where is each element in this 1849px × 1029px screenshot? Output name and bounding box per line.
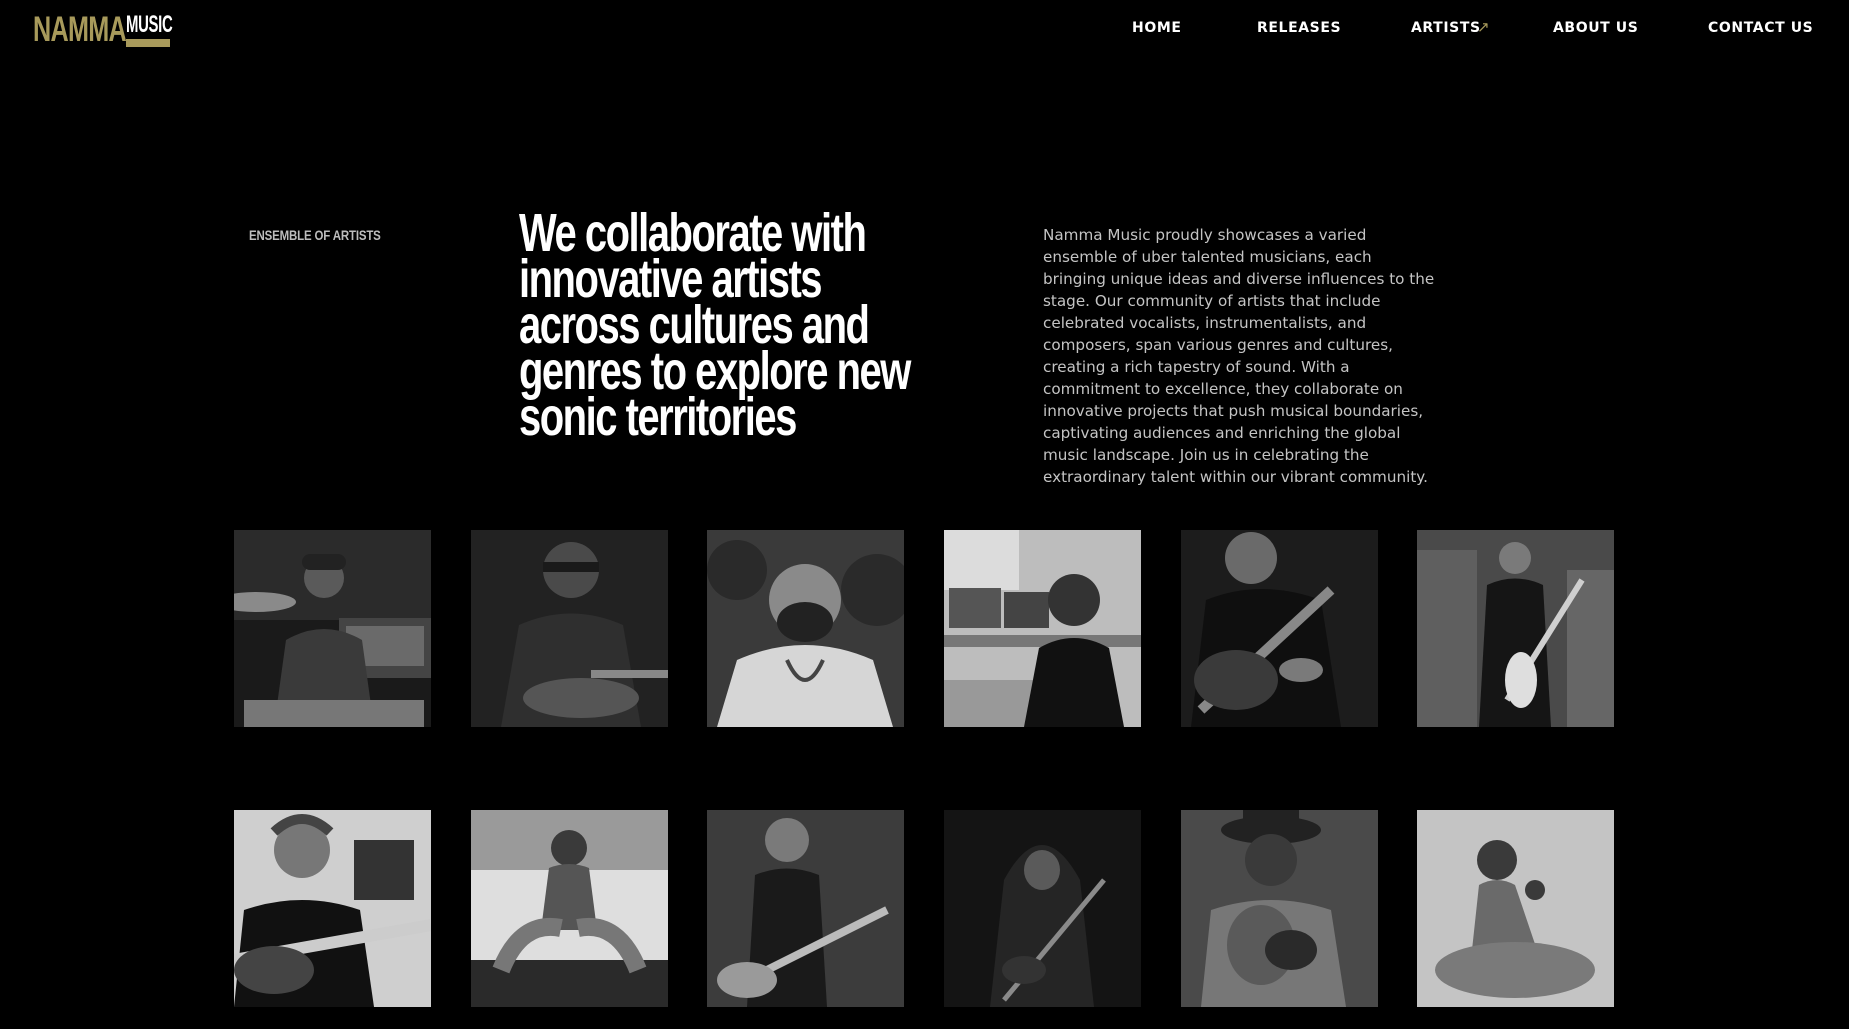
electric-guitarist-warehouse-photo — [1417, 530, 1614, 727]
drummer-with-cap-photo — [234, 530, 431, 727]
artist-card[interactable] — [234, 530, 431, 727]
nav-contact-us[interactable]: CONTACT US — [1708, 20, 1813, 36]
man-with-hat-instrument-photo — [1181, 810, 1378, 1007]
section-description: Namma Music proudly showcases a varied e… — [1043, 226, 1435, 486]
site-header: NAMMA MUSIC HOME RELEASES ARTISTS ↗ ABOU… — [0, 0, 1849, 60]
artist-card[interactable] — [707, 810, 904, 1007]
arrow-up-right-icon: ↗ — [1477, 19, 1490, 36]
artist-card[interactable] — [1181, 810, 1378, 1007]
man-sitting-outdoors-photo — [471, 810, 668, 1007]
smiling-bearded-man-photo — [707, 530, 904, 727]
artist-card[interactable] — [471, 810, 668, 1007]
curly-haired-guitarist-photo — [234, 810, 431, 1007]
nav-artists[interactable]: ARTISTS — [1411, 20, 1481, 36]
producer-in-studio-photo — [944, 530, 1141, 727]
artist-card[interactable] — [234, 810, 431, 1007]
seated-dancer-photo — [1417, 810, 1614, 1007]
logo-underline-bar — [126, 39, 170, 47]
guitarist-with-glasses-photo — [471, 530, 668, 727]
nav-about-us[interactable]: ABOUT US — [1553, 20, 1638, 36]
artist-card[interactable] — [944, 810, 1141, 1007]
nav-home[interactable]: HOME — [1132, 20, 1182, 36]
artist-card[interactable] — [944, 530, 1141, 727]
nav-releases[interactable]: RELEASES — [1257, 20, 1341, 36]
artist-card[interactable] — [471, 530, 668, 727]
bass-player-photo — [707, 810, 904, 1007]
section-eyebrow: ENSEMBLE OF ARTISTS — [249, 227, 381, 243]
section-headline: We collaborate with innovative artists a… — [519, 203, 911, 447]
artist-card[interactable] — [1417, 810, 1614, 1007]
acoustic-guitarist-photo — [1181, 530, 1378, 727]
artist-card[interactable] — [707, 530, 904, 727]
main-nav: HOME RELEASES ARTISTS ↗ ABOUT US CONTACT… — [0, 19, 1849, 40]
artist-card[interactable] — [1417, 530, 1614, 727]
hooded-guitarist-photo — [944, 810, 1141, 1007]
artist-card[interactable] — [1181, 530, 1378, 727]
